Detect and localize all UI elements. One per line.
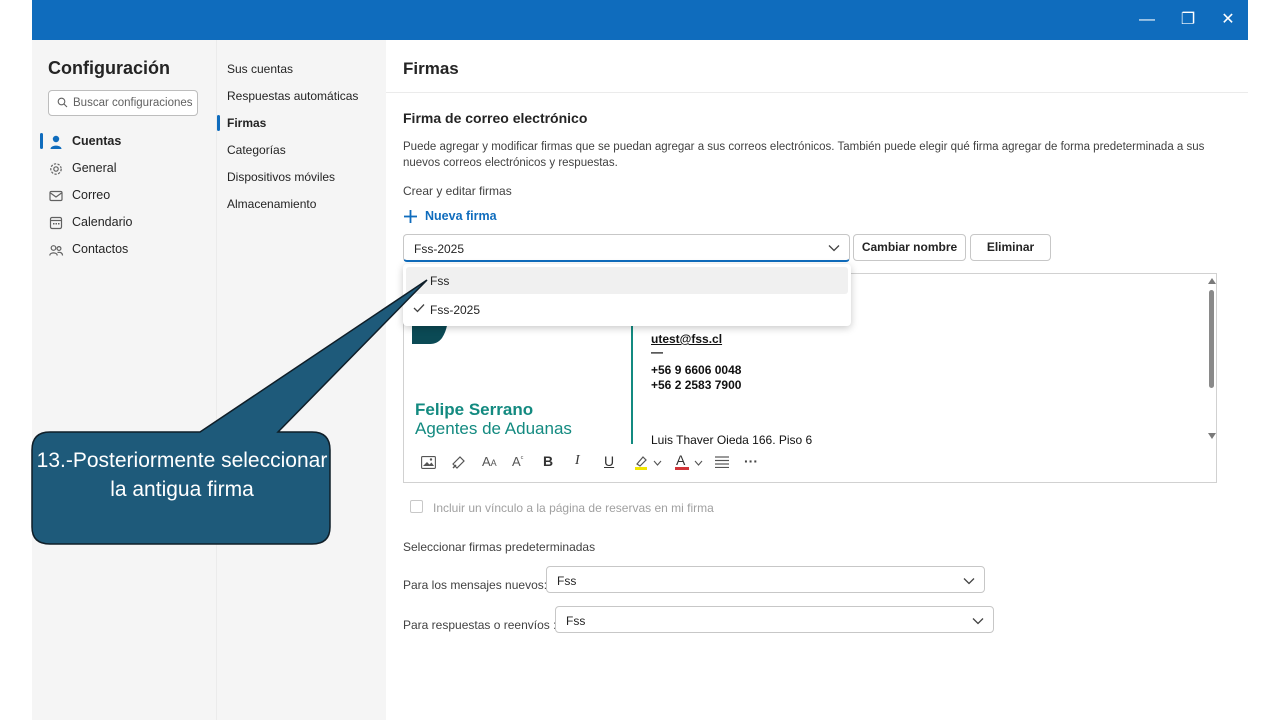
callout-text: 13.-Posteriormente seleccionar la antigu… xyxy=(36,449,328,501)
callout-shape xyxy=(31,279,428,545)
